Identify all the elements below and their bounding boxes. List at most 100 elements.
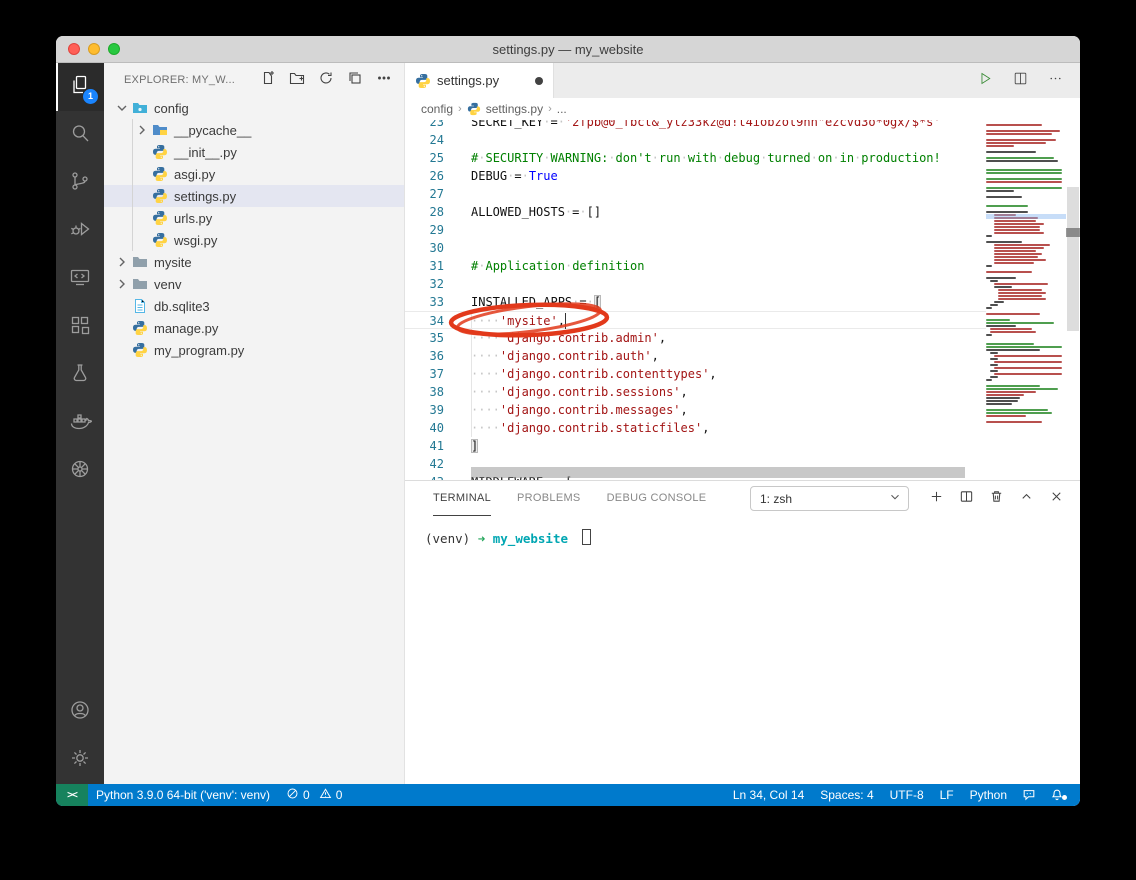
activity-docker[interactable] <box>56 399 104 447</box>
code-line-40[interactable]: 40····'django.contrib.staticfiles', <box>405 419 986 437</box>
new-folder-icon[interactable] <box>289 70 305 91</box>
activity-settings[interactable] <box>56 736 104 784</box>
tree-item-config[interactable]: config <box>104 97 404 119</box>
language-mode-status[interactable]: Python <box>963 788 1014 802</box>
line-number[interactable]: 39 <box>405 401 444 419</box>
notifications-bell-icon[interactable] <box>1044 788 1070 802</box>
line-number[interactable]: 41 <box>405 437 444 455</box>
more-actions-icon[interactable] <box>376 70 392 91</box>
activity-explorer[interactable]: 1 <box>56 63 104 111</box>
code-line-38[interactable]: 38····'django.contrib.sessions', <box>405 383 986 401</box>
modified-dot-icon[interactable] <box>535 77 543 85</box>
code-line-41[interactable]: 41] <box>405 437 986 455</box>
split-editor-icon[interactable] <box>1012 70 1029 92</box>
line-number[interactable]: 27 <box>405 185 444 203</box>
activity-testing[interactable] <box>56 351 104 399</box>
problems-status[interactable]: 0 0 <box>278 787 350 803</box>
activity-run-debug[interactable] <box>56 207 104 255</box>
tree-item-db-sqlite3[interactable]: db.sqlite3 <box>104 295 404 317</box>
line-number[interactable]: 37 <box>405 365 444 383</box>
code-editor[interactable]: 23SECRET_KEY·=·'2fpb@0_fbct&_ylz33kz@d!t… <box>405 120 1080 480</box>
scrollbar-thumb[interactable] <box>1067 187 1079 331</box>
line-number[interactable]: 28 <box>405 203 444 221</box>
code-line-29[interactable]: 29 <box>405 221 986 239</box>
line-number[interactable]: 32 <box>405 275 444 293</box>
code-line-30[interactable]: 30 <box>405 239 986 257</box>
line-number[interactable]: 33 <box>405 293 444 311</box>
activity-kubernetes[interactable] <box>56 447 104 495</box>
line-number[interactable]: 43 <box>405 473 444 480</box>
code-line-34[interactable]: 34····'mysite', <box>405 311 986 329</box>
zoom-window-button[interactable] <box>108 43 120 55</box>
run-python-file-icon[interactable] <box>977 70 994 92</box>
kill-terminal-icon[interactable] <box>989 489 1004 509</box>
indentation-status[interactable]: Spaces: 4 <box>813 788 880 802</box>
terminal-shell-select[interactable]: 1: zsh <box>750 486 909 511</box>
more-actions-icon[interactable] <box>1047 70 1064 92</box>
tree-item-manage-py[interactable]: manage.py <box>104 317 404 339</box>
collapse-folders-icon[interactable] <box>347 70 363 91</box>
remote-indicator[interactable]: >< <box>56 784 88 806</box>
line-number[interactable]: 31 <box>405 257 444 275</box>
code-line-39[interactable]: 39····'django.contrib.messages', <box>405 401 986 419</box>
encoding-status[interactable]: UTF-8 <box>883 788 931 802</box>
line-number[interactable]: 30 <box>405 239 444 257</box>
tab-debug-console[interactable]: DEBUG CONSOLE <box>607 481 707 516</box>
activity-remote-explorer[interactable] <box>56 255 104 303</box>
breadcrumb-item-file[interactable]: settings.py <box>486 102 543 116</box>
new-terminal-icon[interactable] <box>929 489 944 509</box>
tree-item-my-program-py[interactable]: my_program.py <box>104 339 404 361</box>
code-line-33[interactable]: 33INSTALLED_APPS·=·[ <box>405 293 986 311</box>
tree-item-settings-py[interactable]: settings.py <box>104 185 404 207</box>
cursor-position-status[interactable]: Ln 34, Col 14 <box>726 788 811 802</box>
code-line-35[interactable]: 35····'django.contrib.admin', <box>405 329 986 347</box>
tree-item--init-py[interactable]: __init__.py <box>104 141 404 163</box>
code-line-26[interactable]: 26DEBUG·=·True <box>405 167 986 185</box>
activity-search[interactable] <box>56 111 104 159</box>
breadcrumb-item-symbol[interactable]: ... <box>557 102 567 116</box>
horizontal-scrollbar[interactable] <box>471 467 965 478</box>
code-line-31[interactable]: 31#·Application·definition <box>405 257 986 275</box>
tab-terminal[interactable]: TERMINAL <box>433 481 491 516</box>
terminal-content[interactable]: (venv) ➜ my_website <box>405 516 1080 784</box>
tree-item-venv[interactable]: venv <box>104 273 404 295</box>
tree-item-urls-py[interactable]: urls.py <box>104 207 404 229</box>
feedback-icon[interactable] <box>1016 788 1042 802</box>
code-line-25[interactable]: 25#·SECURITY·WARNING:·don't·run·with·deb… <box>405 149 986 167</box>
line-number[interactable]: 36 <box>405 347 444 365</box>
tree-item-wsgi-py[interactable]: wsgi.py <box>104 229 404 251</box>
code-line-37[interactable]: 37····'django.contrib.contenttypes', <box>405 365 986 383</box>
activity-extensions[interactable] <box>56 303 104 351</box>
minimap[interactable] <box>986 120 1066 480</box>
close-panel-icon[interactable] <box>1049 489 1064 509</box>
line-number[interactable]: 38 <box>405 383 444 401</box>
minimize-window-button[interactable] <box>88 43 100 55</box>
line-number[interactable]: 24 <box>405 131 444 149</box>
line-number[interactable]: 25 <box>405 149 444 167</box>
line-number[interactable]: 42 <box>405 455 444 473</box>
refresh-icon[interactable] <box>318 70 334 91</box>
activity-source-control[interactable] <box>56 159 104 207</box>
eol-status[interactable]: LF <box>933 788 961 802</box>
code-line-23[interactable]: 23SECRET_KEY·=·'2fpb@0_fbct&_ylz33kz@d!t… <box>405 120 986 131</box>
line-number[interactable]: 23 <box>405 120 444 131</box>
code-line-27[interactable]: 27 <box>405 185 986 203</box>
code-line-36[interactable]: 36····'django.contrib.auth', <box>405 347 986 365</box>
code-line-28[interactable]: 28ALLOWED_HOSTS·=·[] <box>405 203 986 221</box>
line-number[interactable]: 40 <box>405 419 444 437</box>
new-file-icon[interactable] <box>260 70 276 91</box>
tree-item-asgi-py[interactable]: asgi.py <box>104 163 404 185</box>
code-line-24[interactable]: 24 <box>405 131 986 149</box>
line-number[interactable]: 26 <box>405 167 444 185</box>
line-number[interactable]: 29 <box>405 221 444 239</box>
line-number[interactable]: 34 <box>405 312 444 328</box>
python-interpreter-status[interactable]: Python 3.9.0 64-bit ('venv': venv) <box>88 788 278 802</box>
tab-settings-py[interactable]: settings.py <box>405 63 554 98</box>
tree-item--pycache-[interactable]: __pycache__ <box>104 119 404 141</box>
tab-problems[interactable]: PROBLEMS <box>517 481 581 516</box>
tree-item-mysite[interactable]: mysite <box>104 251 404 273</box>
vertical-scrollbar[interactable] <box>1066 120 1080 480</box>
maximize-panel-icon[interactable] <box>1019 489 1034 509</box>
close-window-button[interactable] <box>68 43 80 55</box>
split-terminal-icon[interactable] <box>959 489 974 509</box>
